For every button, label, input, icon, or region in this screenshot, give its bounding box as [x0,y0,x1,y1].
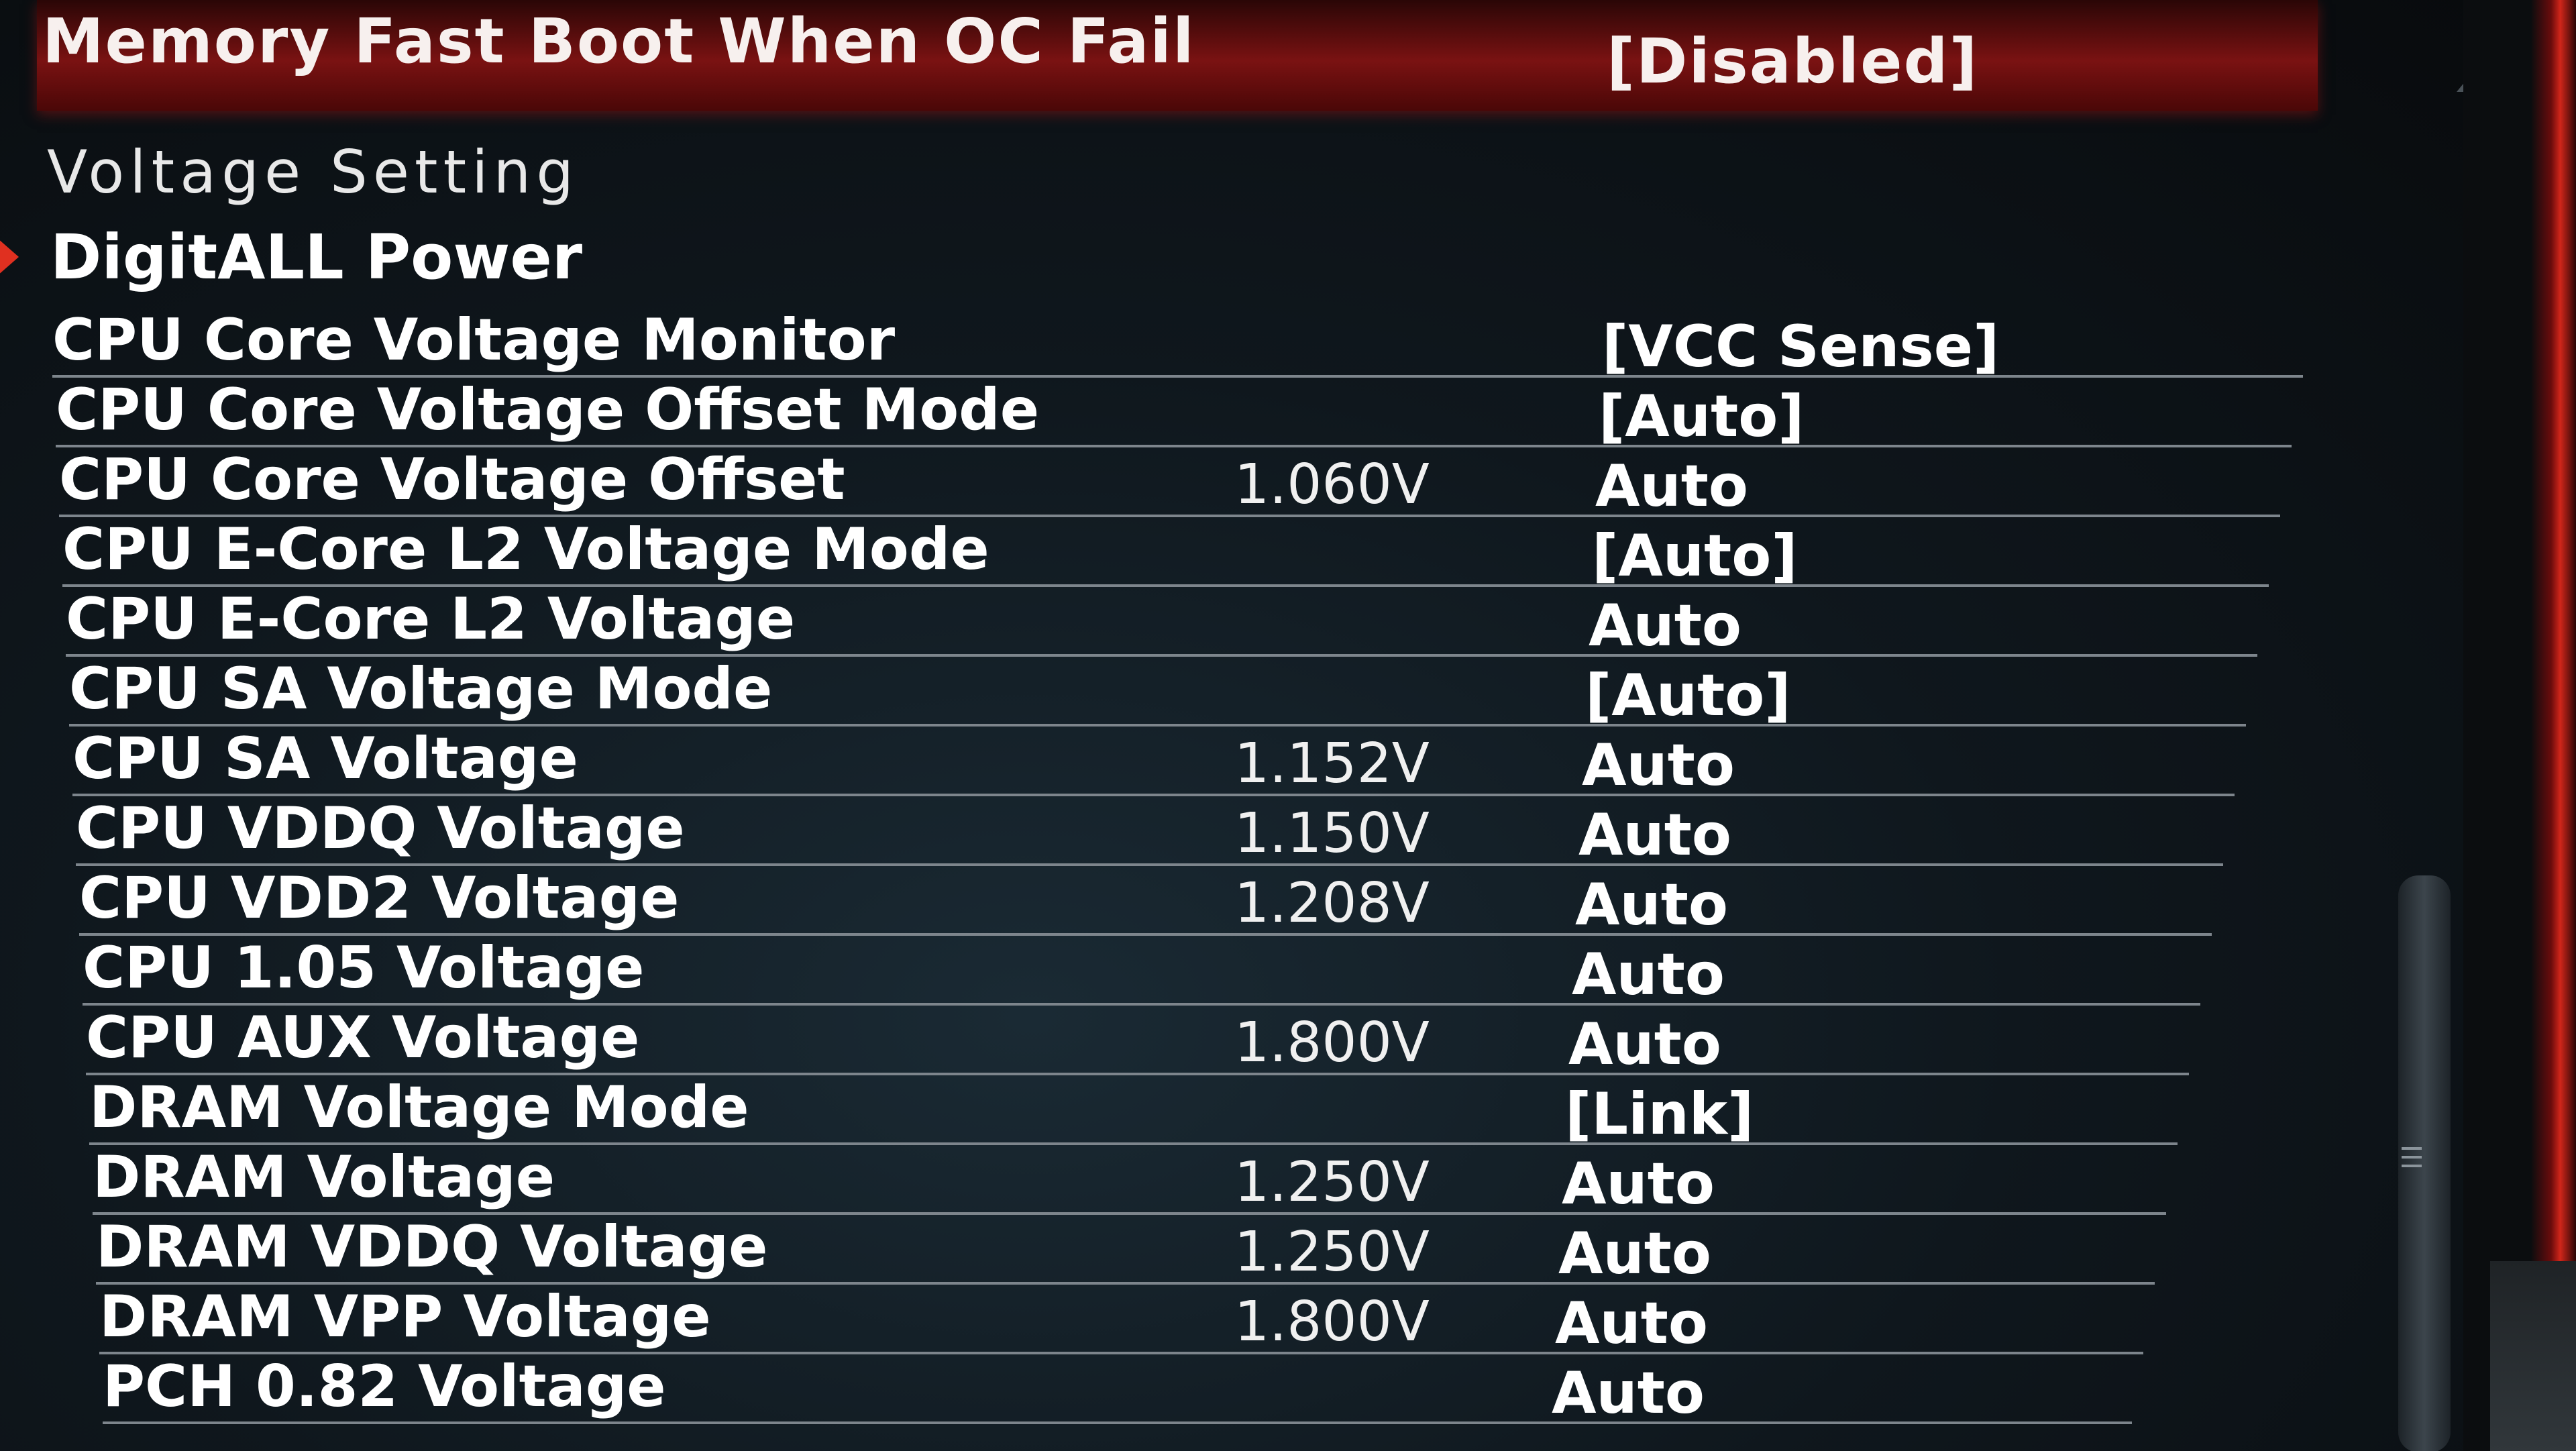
setting-row[interactable]: CPU Core Voltage Monitor [VCC Sense] [52,305,2303,380]
setting-name: CPU SA Voltage Mode [69,655,773,722]
memory-fast-boot-row[interactable]: Memory Fast Boot When OC Fail [Disabled] [37,0,2318,111]
setting-name: CPU SA Voltage [72,725,578,792]
setting-value[interactable]: Auto [1562,1150,1715,1218]
setting-name: DRAM Voltage [93,1144,555,1211]
setting-row[interactable]: DRAM VDDQ Voltage 1.250V Auto [96,1212,2155,1287]
setting-row[interactable]: CPU E-Core L2 Voltage Auto [66,584,2257,659]
setting-row[interactable]: CPU Core Voltage Offset Mode [Auto] [56,375,2292,450]
setting-value[interactable]: Auto [1582,732,1735,799]
setting-row[interactable]: DRAM Voltage 1.250V Auto [93,1142,2166,1218]
setting-label: Memory Fast Boot When OC Fail [42,5,1195,77]
bios-screen: Memory Fast Boot When OC Fail [Disabled]… [0,0,2576,1451]
grip-lines-icon [2402,1147,2422,1174]
setting-row[interactable]: CPU SA Voltage Mode [Auto] [69,654,2246,729]
setting-value[interactable]: [Auto] [1592,523,1798,590]
setting-name: CPU Core Voltage Offset [59,446,845,513]
setting-value[interactable]: [VCC Sense] [1602,313,1999,380]
monitor-edge [2463,0,2576,1451]
setting-value[interactable]: Auto [1555,1290,1708,1357]
setting-value[interactable]: [Link] [1565,1081,1754,1148]
setting-name: CPU VDDQ Voltage [76,795,685,862]
voltage-reading: 1.250V [1234,1220,1430,1284]
setting-value[interactable]: [Auto] [1585,662,1791,729]
setting-row[interactable]: CPU VDD2 Voltage 1.208V Auto [79,863,2212,938]
setting-value[interactable]: Auto [1575,871,1728,938]
setting-name: PCH 0.82 Voltage [103,1353,666,1420]
setting-row[interactable]: CPU VDDQ Voltage 1.150V Auto [76,794,2223,869]
setting-row[interactable]: CPU E-Core L2 Voltage Mode [Auto] [62,515,2269,590]
setting-row[interactable]: DRAM VPP Voltage 1.800V Auto [99,1282,2143,1357]
setting-row[interactable]: DRAM Voltage Mode [Link] [89,1073,2178,1148]
setting-row[interactable]: CPU SA Voltage 1.152V Auto [72,724,2235,799]
setting-name: CPU E-Core L2 Voltage [66,586,796,653]
voltage-reading: 1.800V [1234,1290,1430,1354]
setting-name: DRAM VDDQ Voltage [96,1214,768,1281]
setting-name: CPU Core Voltage Offset Mode [56,376,1040,443]
setting-value[interactable]: [Disabled] [1607,25,1978,97]
setting-value[interactable]: Auto [1552,1360,1705,1427]
voltage-reading: 1.150V [1234,802,1430,865]
setting-name: DRAM Voltage Mode [89,1074,749,1141]
setting-name: CPU AUX Voltage [86,1004,640,1071]
setting-name: CPU 1.05 Voltage [83,934,645,1002]
setting-name: CPU E-Core L2 Voltage Mode [62,516,989,583]
voltage-reading: 1.800V [1234,1011,1430,1075]
voltage-reading: 1.208V [1234,871,1430,935]
voltage-reading: 1.060V [1234,453,1430,517]
setting-value[interactable]: Auto [1589,592,1741,659]
side-panel [2490,1261,2576,1451]
submenu-arrow-icon [0,238,19,276]
setting-value[interactable]: Auto [1595,453,1748,520]
setting-value[interactable]: Auto [1568,1011,1721,1078]
voltage-reading: 1.250V [1234,1150,1430,1214]
setting-value[interactable]: Auto [1572,941,1725,1008]
setting-value[interactable]: [Auto] [1599,383,1805,450]
setting-row[interactable]: CPU Core Voltage Offset 1.060V Auto [59,445,2280,520]
section-title: Voltage Setting [47,138,580,207]
setting-name: CPU Core Voltage Monitor [52,307,896,374]
setting-row[interactable]: CPU AUX Voltage 1.800V Auto [86,1003,2189,1078]
setting-name: CPU VDD2 Voltage [79,865,680,932]
submenu-digitall-power[interactable]: DigitALL Power [50,221,582,293]
setting-name: DRAM VPP Voltage [99,1283,711,1350]
setting-row[interactable]: CPU 1.05 Voltage Auto [83,933,2200,1008]
setting-value[interactable]: Auto [1558,1220,1711,1287]
voltage-reading: 1.152V [1234,732,1430,796]
setting-row[interactable]: PCH 0.82 Voltage Auto [103,1352,2132,1427]
setting-value[interactable]: Auto [1578,802,1731,869]
